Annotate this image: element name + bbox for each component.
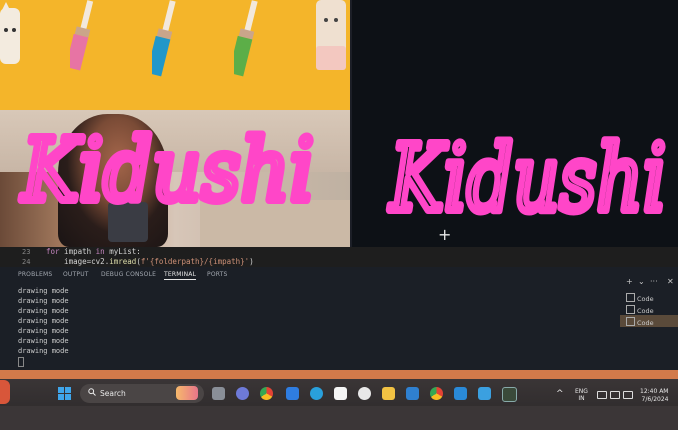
chevron-down-icon[interactable]: ⌄ [638, 277, 645, 286]
search-icon [88, 388, 96, 396]
terminal-line: drawing mode [18, 347, 69, 355]
code-line-24[interactable]: image=cv2.imread(f'{folderpath}/{impath}… [46, 257, 254, 266]
bottom-panel: PROBLEMS OUTPUT DEBUG CONSOLE TERMINAL P… [0, 267, 678, 370]
chrome-profile-icon[interactable] [430, 387, 443, 400]
tab-terminal[interactable]: TERMINAL [164, 271, 197, 280]
screen-bezel [0, 406, 678, 430]
task-view-icon[interactable] [212, 387, 225, 400]
terminal-line: drawing mode [18, 297, 69, 305]
search-highlight-icon [176, 386, 198, 400]
weather-widget-icon[interactable] [0, 380, 10, 404]
drawing-canvas[interactable]: Kidushi [352, 0, 678, 250]
mail-icon[interactable] [286, 387, 299, 400]
code-line-23[interactable]: for impath in myList: [46, 247, 141, 256]
canvas-drawn-text: Kidushi [388, 125, 666, 232]
time-text: 12:40 AM [640, 388, 669, 395]
tray-chevron-icon[interactable]: ^ [556, 389, 564, 399]
line-number: 23 [22, 248, 31, 256]
terminal-line: drawing mode [18, 307, 69, 315]
wifi-icon[interactable] [597, 391, 607, 399]
python-icon[interactable] [478, 387, 491, 400]
tab-ports[interactable]: PORTS [207, 271, 228, 278]
more-icon[interactable]: ··· [650, 277, 658, 286]
terminal-list-item[interactable]: Code [626, 317, 654, 327]
terminal-line: drawing mode [18, 287, 69, 295]
tab-problems[interactable]: PROBLEMS [18, 271, 52, 278]
start-button[interactable] [58, 387, 71, 400]
tab-debug-console[interactable]: DEBUG CONSOLE [101, 271, 156, 278]
file-explorer-icon[interactable] [382, 387, 395, 400]
drawn-text: Kidushi [20, 121, 314, 221]
copilot-icon[interactable] [236, 387, 249, 400]
terminal-icon [626, 317, 635, 326]
cursor-crosshair-icon: + [438, 225, 452, 244]
telegram-icon[interactable] [310, 387, 323, 400]
close-icon[interactable]: ✕ [667, 277, 674, 286]
vscode-icon[interactable] [454, 387, 467, 400]
date-text: 7/6/2024 [641, 396, 669, 403]
status-bar [0, 370, 678, 379]
language-indicator[interactable]: ENG IN [575, 388, 588, 402]
painter-app-icon[interactable] [502, 387, 517, 402]
terminal-icon [626, 305, 635, 314]
drawing-overlay: Kidushi [16, 117, 318, 225]
store-icon[interactable] [406, 387, 419, 400]
code-editor[interactable]: 23 for impath in myList: 24 image=cv2.im… [0, 247, 678, 267]
terminal-line: drawing mode [18, 327, 69, 335]
terminal-line: drawing mode [18, 337, 69, 345]
terminal-cursor [18, 357, 24, 367]
search-placeholder: Search [100, 389, 126, 398]
clock[interactable]: 12:40 AM 7/6/2024 [640, 388, 668, 404]
region-code: IN [578, 395, 585, 402]
add-terminal-button[interactable]: + [626, 277, 633, 286]
line-number: 24 [22, 258, 31, 266]
terminal-list-item[interactable]: Code [626, 293, 654, 303]
terminal-line: drawing mode [18, 317, 69, 325]
terminal-icon [626, 293, 635, 302]
painter-window: Kidushi [0, 0, 350, 247]
language-code: ENG [575, 388, 588, 395]
battery-icon[interactable] [623, 391, 633, 399]
media-player-icon[interactable] [358, 387, 371, 400]
document-icon[interactable] [334, 387, 347, 400]
terminal-list-item[interactable]: Code [626, 305, 654, 315]
volume-icon[interactable] [610, 391, 620, 399]
chrome-icon[interactable] [260, 387, 273, 400]
tab-output[interactable]: OUTPUT [63, 271, 89, 278]
